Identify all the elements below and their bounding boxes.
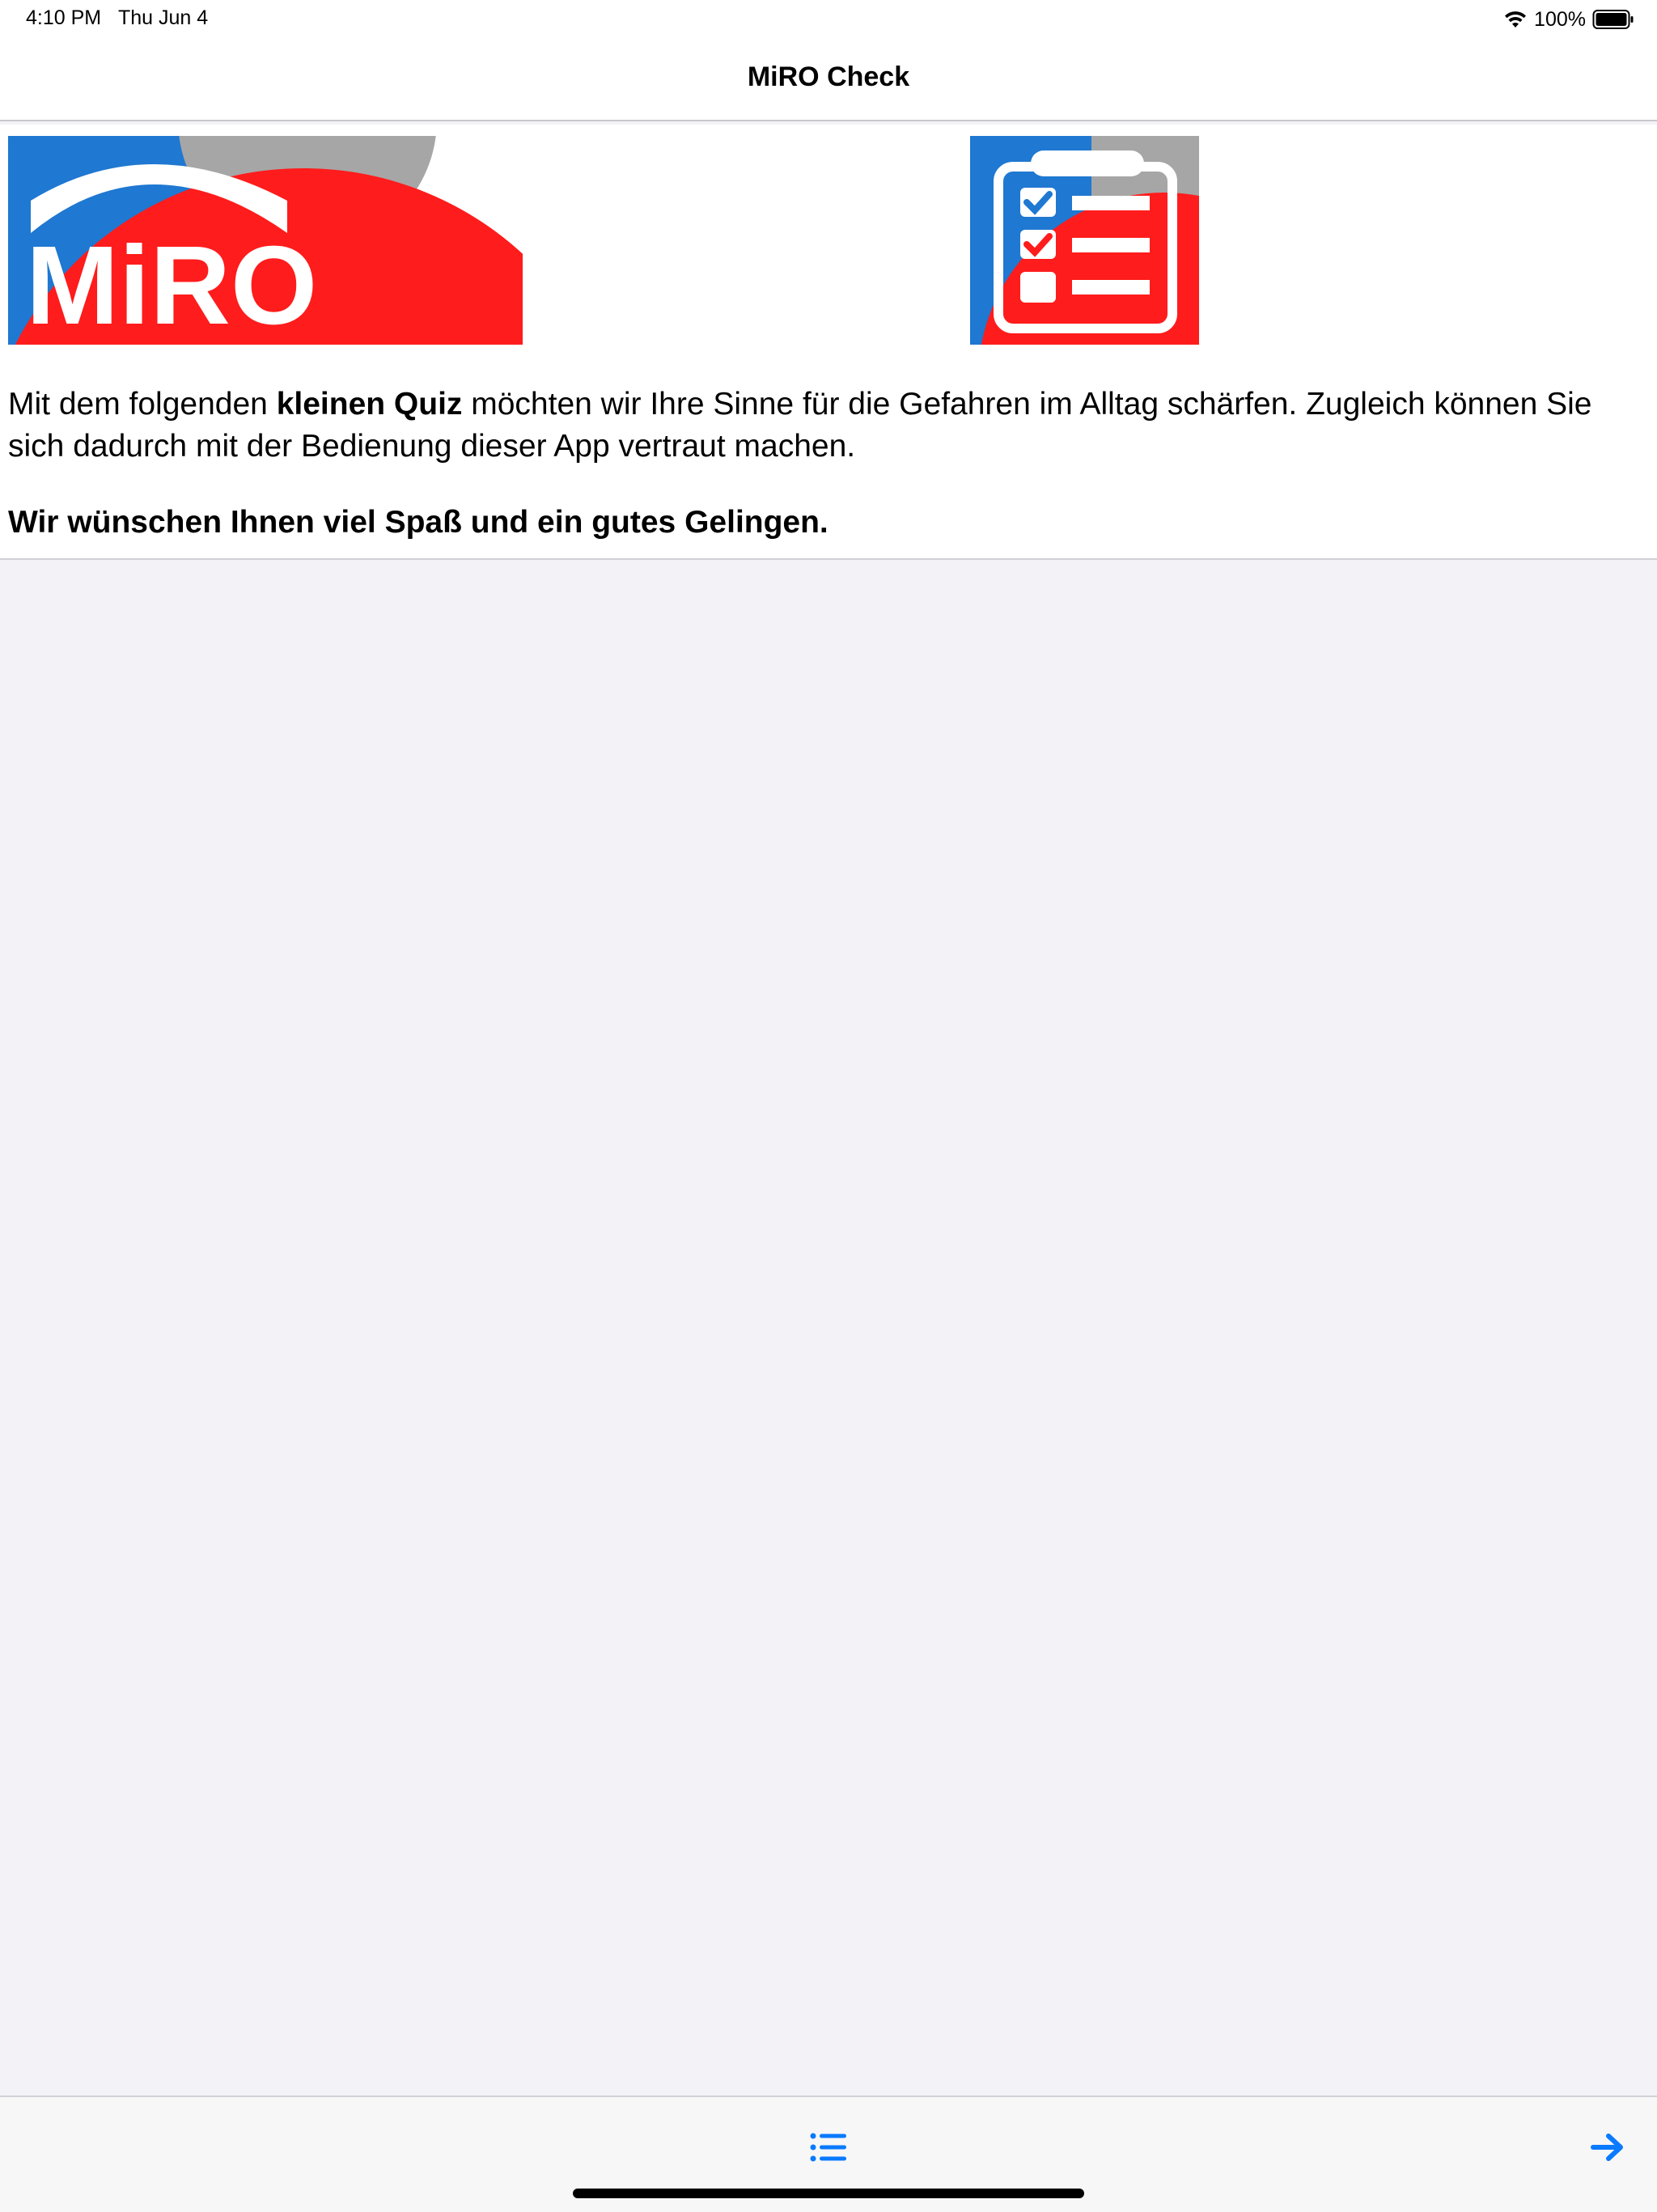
status-bar: 4:10 PM Thu Jun 4 100%: [0, 0, 1657, 39]
status-indicators: 100%: [1503, 6, 1634, 32]
navigation-bar: MiRO Check: [0, 39, 1657, 121]
miro-logo: MiRO: [8, 136, 523, 345]
battery-percent: 100%: [1534, 7, 1586, 31]
intro-text-part1: Mit dem folgenden: [8, 387, 277, 422]
miro-logo-text: MiRO: [26, 223, 317, 345]
intro-text: Mit dem folgenden kleinen Quiz möchten w…: [8, 383, 1651, 468]
list-icon: [810, 2133, 846, 2162]
next-button[interactable]: [1582, 2121, 1634, 2173]
closing-text: Wir wünschen Ihnen viel Spaß und ein gut…: [8, 505, 828, 540]
intro-text-bold: kleinen Quiz: [276, 387, 463, 422]
status-time: 4:10 PM: [26, 6, 102, 29]
arrow-right-icon: [1591, 2134, 1623, 2161]
intro-card: MiRO Mit dem folgenden kleinen Quiz möch…: [0, 125, 1657, 560]
list-button[interactable]: [803, 2121, 854, 2173]
status-time-date: 4:10 PM Thu Jun 4: [26, 6, 208, 30]
battery-icon: [1592, 10, 1634, 29]
home-indicator: [573, 2189, 1084, 2198]
page-title: MiRO Check: [747, 61, 910, 92]
status-date: Thu Jun 4: [117, 6, 209, 29]
checklist-logo: [970, 136, 1199, 345]
wifi-icon: [1505, 11, 1527, 28]
